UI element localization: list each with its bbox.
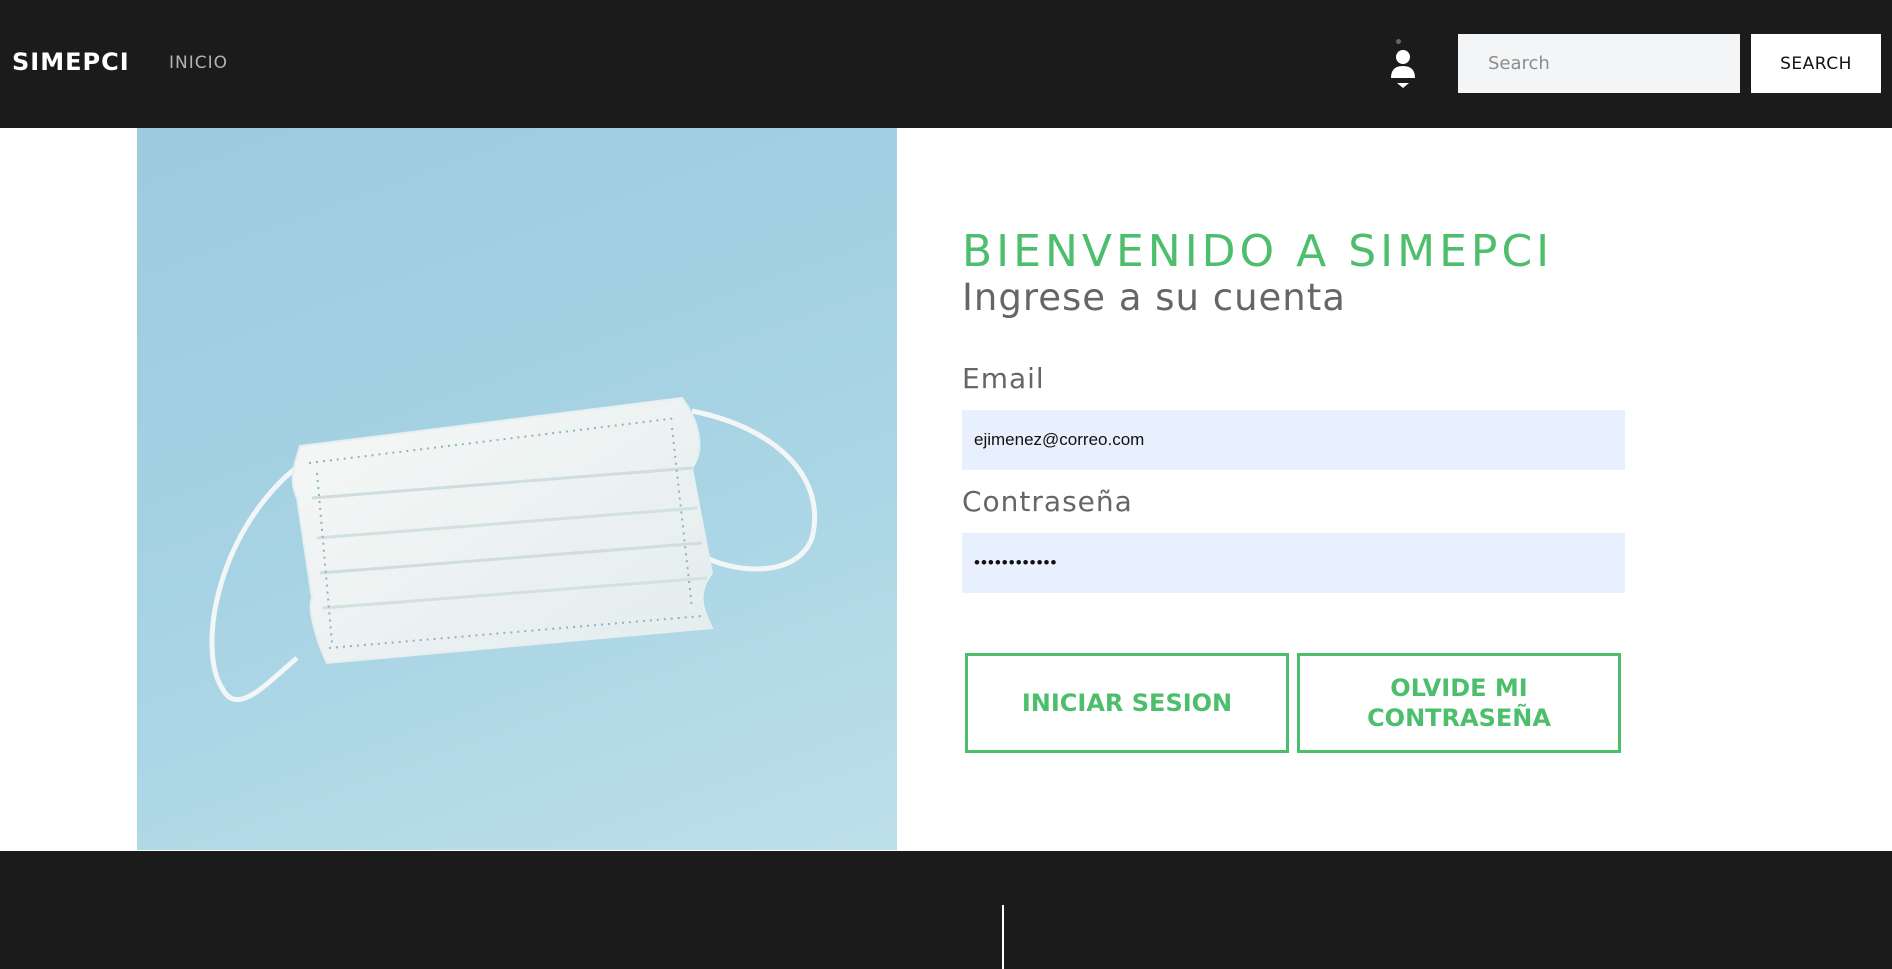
- login-button[interactable]: INICIAR SESION: [965, 653, 1289, 753]
- user-menu-toggle[interactable]: [1384, 36, 1422, 92]
- password-label: Contraseña: [962, 485, 1133, 518]
- caret-down-icon: [1397, 83, 1409, 88]
- forgot-password-button[interactable]: OLVIDE MI CONTRASEÑA: [1297, 653, 1621, 753]
- email-field[interactable]: [962, 410, 1625, 470]
- nav-link-inicio[interactable]: INICIO: [169, 53, 228, 73]
- user-icon: [1391, 50, 1415, 88]
- text-cursor: [1002, 905, 1004, 969]
- password-field[interactable]: [962, 533, 1625, 593]
- mask-illustration: [209, 396, 818, 703]
- search-button[interactable]: SEARCH: [1751, 34, 1881, 93]
- welcome-title: BIENVENIDO A SIMEPCI: [962, 226, 1554, 277]
- top-navbar: SIMEPCI INICIO SEARCH: [0, 0, 1892, 128]
- status-dot: [1396, 39, 1401, 44]
- login-subtitle: Ingrese a su cuenta: [962, 276, 1346, 319]
- brand-logo[interactable]: SIMEPCI: [12, 48, 130, 76]
- surgical-mask-image: [137, 128, 897, 850]
- search-input[interactable]: [1458, 34, 1740, 93]
- footer: [0, 851, 1892, 969]
- email-label: Email: [962, 362, 1045, 395]
